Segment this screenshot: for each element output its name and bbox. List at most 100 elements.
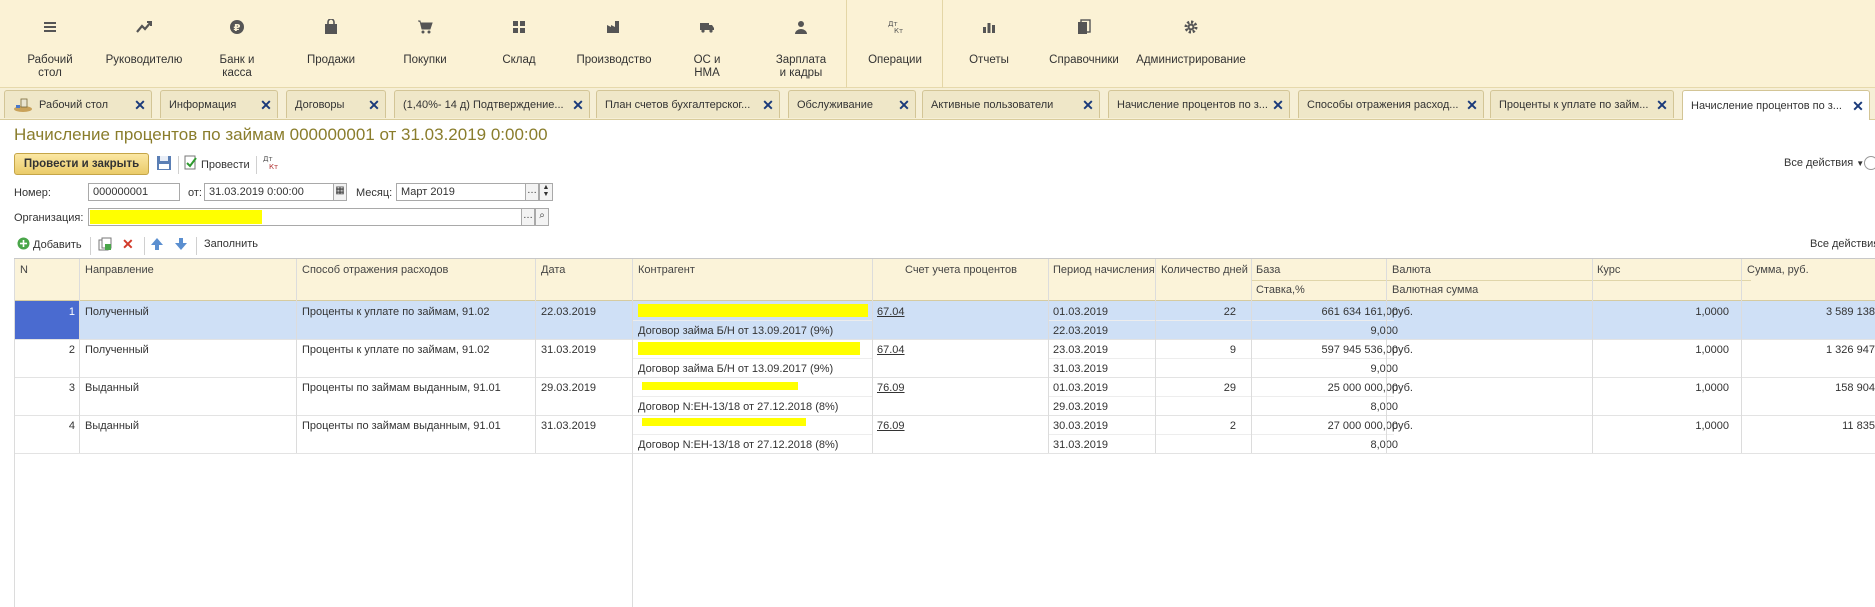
currency-cell[interactable]: руб. [1392, 306, 1413, 318]
table-row[interactable]: 2 Полученный Проценты к уплате по займам… [14, 339, 1875, 377]
fill-button[interactable]: Заполнить [204, 238, 258, 250]
section-warehouse[interactable]: Склад [488, 0, 550, 88]
tab-chart-of-accounts[interactable]: План счетов бухгалтерског... ✕ [596, 90, 780, 118]
direction-cell[interactable]: Полученный [85, 306, 149, 318]
number-field[interactable]: 000000001 [88, 183, 180, 201]
delete-row-button[interactable]: ✕ [122, 236, 134, 253]
dt-kt-button[interactable]: Дт Кт [262, 154, 280, 175]
close-icon[interactable]: ✕ [1851, 99, 1865, 113]
move-up-button[interactable] [150, 237, 164, 254]
column-header-account[interactable]: Счет учета процентов [905, 264, 1017, 276]
rate-cell[interactable]: 9,000 [1370, 325, 1398, 337]
period-to-cell[interactable]: 22.03.2019 [1053, 325, 1108, 337]
account-cell[interactable]: 76.09 [877, 382, 905, 394]
close-icon[interactable]: ✕ [1655, 98, 1669, 112]
section-directories[interactable]: Справочники [1046, 0, 1122, 88]
section-purchases[interactable]: Покупки [390, 0, 460, 88]
column-header-currency[interactable]: Валюта [1392, 264, 1431, 276]
date-cell[interactable]: 22.03.2019 [541, 306, 596, 318]
sum-cell[interactable]: 11 835, [1842, 420, 1875, 432]
period-from-cell[interactable]: 01.03.2019 [1053, 306, 1108, 318]
date-cell[interactable]: 31.03.2019 [541, 344, 596, 356]
contract-cell[interactable]: Договор N:ЕН-13/18 от 27.12.2018 (8%) [638, 439, 838, 451]
close-icon[interactable]: ✕ [761, 98, 775, 112]
tab-active-users[interactable]: Активные пользователи ✕ [922, 90, 1100, 118]
direction-cell[interactable]: Выданный [85, 420, 139, 432]
method-cell[interactable]: Проценты к уплате по займам, 91.02 [302, 306, 490, 318]
method-cell[interactable]: Проценты по займам выданным, 91.01 [302, 382, 501, 394]
section-salary[interactable]: Зарплата и кадры [768, 0, 834, 88]
contract-cell[interactable]: Договор N:ЕН-13/18 от 27.12.2018 (8%) [638, 401, 838, 413]
close-icon[interactable]: ✕ [133, 98, 147, 112]
currency-cell[interactable]: руб. [1392, 420, 1413, 432]
method-cell[interactable]: Проценты к уплате по займам, 91.02 [302, 344, 490, 356]
section-reports[interactable]: Отчеты [958, 0, 1020, 88]
tab-interest-accrual[interactable]: Начисление процентов по з... ✕ [1108, 90, 1290, 118]
section-operations[interactable]: Дт Кт Операции [864, 0, 926, 88]
column-header-counterparty[interactable]: Контрагент [638, 264, 695, 276]
close-icon[interactable]: ✕ [1271, 98, 1285, 112]
move-down-button[interactable] [174, 237, 188, 254]
help-icon[interactable] [1864, 156, 1875, 170]
rate-cell[interactable]: 8,000 [1370, 439, 1398, 451]
period-from-cell[interactable]: 30.03.2019 [1053, 420, 1108, 432]
course-cell[interactable]: 1,0000 [1695, 382, 1729, 394]
section-fixed-assets[interactable]: ОС и НМА [682, 0, 732, 88]
close-icon[interactable]: ✕ [571, 98, 585, 112]
column-header-n[interactable]: N [20, 264, 28, 276]
section-administration[interactable]: Администрирование [1136, 0, 1246, 88]
period-to-cell[interactable]: 31.03.2019 [1053, 363, 1108, 375]
column-header-days[interactable]: Количество дней [1161, 264, 1248, 276]
period-from-cell[interactable]: 23.03.2019 [1053, 344, 1108, 356]
column-header-rate[interactable]: Ставка,% [1256, 284, 1305, 296]
section-bank[interactable]: ₽ Банк и касса [206, 0, 268, 88]
tab-contracts[interactable]: Договоры ✕ [286, 90, 386, 118]
account-cell[interactable]: 67.04 [877, 344, 905, 356]
calendar-button[interactable]: ▦ [333, 183, 347, 201]
tab-information[interactable]: Информация ✕ [160, 90, 278, 118]
post-and-close-button[interactable]: Провести и закрыть [14, 153, 149, 175]
close-icon[interactable]: ✕ [1081, 98, 1095, 112]
add-row-button[interactable]: Добавить [17, 237, 82, 253]
column-header-sum[interactable]: Сумма, руб. [1747, 264, 1809, 276]
days-cell[interactable]: 9 [1230, 344, 1236, 356]
post-button[interactable]: Провести [184, 155, 250, 174]
close-icon[interactable]: ✕ [367, 98, 381, 112]
period-to-cell[interactable]: 29.03.2019 [1053, 401, 1108, 413]
days-cell[interactable]: 2 [1230, 420, 1236, 432]
date-field[interactable]: 31.03.2019 0:00:00 [204, 183, 334, 201]
rate-cell[interactable]: 9,000 [1370, 363, 1398, 375]
currency-cell[interactable]: руб. [1392, 382, 1413, 394]
sum-cell[interactable]: 1 326 947, [1826, 344, 1875, 356]
period-to-cell[interactable]: 31.03.2019 [1053, 439, 1108, 451]
column-header-course[interactable]: Курс [1597, 264, 1620, 276]
table-row[interactable]: 4 Выданный Проценты по займам выданным, … [14, 415, 1875, 453]
method-cell[interactable]: Проценты по займам выданным, 91.01 [302, 420, 501, 432]
currency-cell[interactable]: руб. [1392, 344, 1413, 356]
column-header-date[interactable]: Дата [541, 264, 565, 276]
direction-cell[interactable]: Полученный [85, 344, 149, 356]
table-all-actions-menu[interactable]: Все действия [1810, 238, 1875, 250]
contract-cell[interactable]: Договор займа Б/Н от 13.09.2017 (9%) [638, 363, 833, 375]
column-header-base[interactable]: База [1256, 264, 1280, 276]
copy-row-button[interactable] [98, 237, 112, 254]
month-field[interactable]: Март 2019 [396, 183, 526, 201]
tab-interest-payable[interactable]: Проценты к уплате по займ... ✕ [1490, 90, 1674, 118]
section-desktop[interactable]: Рабочий стол [20, 0, 80, 88]
period-from-cell[interactable]: 01.03.2019 [1053, 382, 1108, 394]
rate-cell[interactable]: 8,000 [1370, 401, 1398, 413]
date-cell[interactable]: 31.03.2019 [541, 420, 596, 432]
table-row[interactable]: 1 Полученный Проценты к уплате по займам… [14, 301, 1875, 339]
tab-interest-accrual-current[interactable]: Начисление процентов по з... ✕ [1682, 90, 1870, 120]
tab-expense-methods[interactable]: Способы отражения расход... ✕ [1298, 90, 1484, 118]
days-cell[interactable]: 22 [1224, 306, 1236, 318]
account-cell[interactable]: 67.04 [877, 306, 905, 318]
tab-confirmation[interactable]: (1,40%- 14 д) Подтверждение... ✕ [394, 90, 590, 118]
base-cell[interactable]: 25 000 000,00 [1328, 382, 1398, 394]
all-actions-menu[interactable]: Все действия ▼ [1784, 157, 1864, 169]
direction-cell[interactable]: Выданный [85, 382, 139, 394]
close-icon[interactable]: ✕ [1465, 98, 1479, 112]
month-stepper[interactable]: ▲ ▼ [539, 183, 553, 201]
sum-cell[interactable]: 158 904, [1835, 382, 1875, 394]
tab-service[interactable]: Обслуживание ✕ [788, 90, 916, 118]
